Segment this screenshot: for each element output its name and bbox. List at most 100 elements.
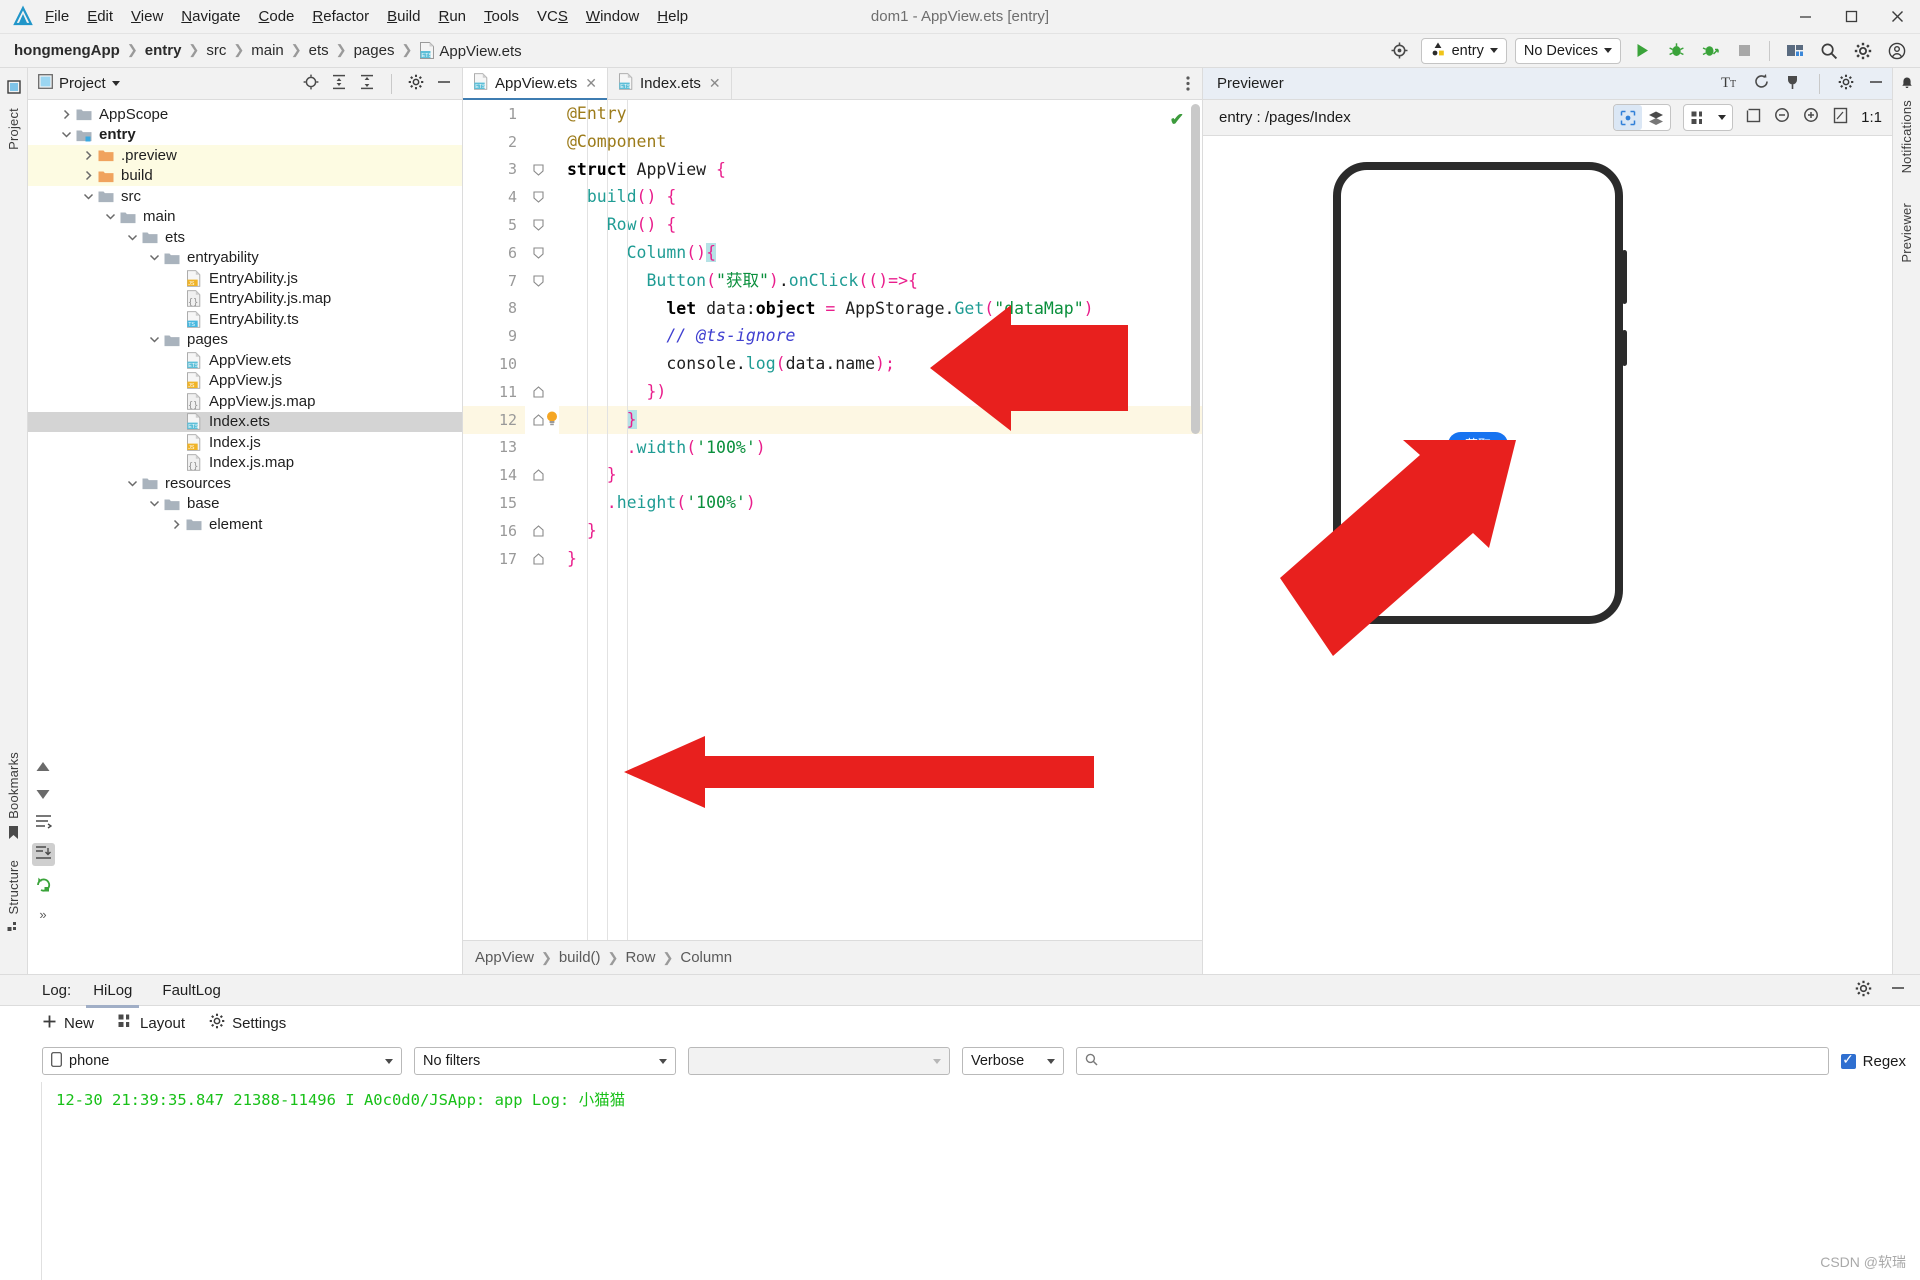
tree-node[interactable]: entryability: [28, 248, 462, 269]
structure-crumb[interactable]: Row: [625, 949, 655, 966]
breadcrumb-item-src[interactable]: src: [206, 42, 226, 60]
close-button[interactable]: [1874, 0, 1920, 34]
code-line[interactable]: // @ts-ignore: [559, 322, 1202, 350]
code-content[interactable]: @Entry @Component struct AppView { build()…: [559, 100, 1202, 940]
code-line[interactable]: Row() {: [559, 211, 1202, 239]
menu-item-view[interactable]: View: [122, 4, 172, 29]
menu-item-build[interactable]: Build: [378, 4, 429, 29]
tree-node[interactable]: main: [28, 207, 462, 228]
chevron-down-icon[interactable]: [82, 190, 95, 203]
code-line[interactable]: }: [559, 545, 1202, 573]
code-line[interactable]: let data:object = AppStorage.Get("dataMa…: [559, 295, 1202, 323]
intention-bulb-icon[interactable]: [545, 410, 559, 431]
code-line[interactable]: @Component: [559, 128, 1202, 156]
tree-node[interactable]: JS EntryAbility.js: [28, 268, 462, 289]
tree-node[interactable]: pages: [28, 330, 462, 351]
close-tab-icon[interactable]: ✕: [709, 75, 721, 92]
code-viewport[interactable]: 1 2 3 4 5 6 7 8 9 10 11 12 13 14 15 16 17 @Entry @Compone…: [463, 100, 1202, 940]
scroll-up-icon[interactable]: [35, 760, 51, 777]
tree-node[interactable]: base: [28, 494, 462, 515]
fold-gutter[interactable]: [525, 100, 559, 940]
code-line[interactable]: struct AppView {: [559, 156, 1202, 184]
code-line[interactable]: }: [559, 405, 1202, 434]
chevron-right-icon[interactable]: [170, 518, 183, 531]
log-settings-button[interactable]: Settings: [209, 1013, 286, 1033]
breadcrumb-item-main[interactable]: main: [251, 42, 284, 60]
rail-label-project[interactable]: Project: [6, 102, 21, 156]
code-fold-toggle[interactable]: [533, 524, 546, 537]
menu-item-file[interactable]: File: [36, 4, 78, 29]
process-select[interactable]: [688, 1047, 950, 1075]
log-hide-icon[interactable]: [1890, 980, 1906, 1000]
rail-label-previewer[interactable]: Previewer: [1899, 197, 1914, 269]
run-button[interactable]: [1629, 38, 1655, 64]
chevron-right-icon[interactable]: [82, 149, 95, 162]
plug-icon[interactable]: [1784, 73, 1801, 94]
project-rail-icon[interactable]: [6, 80, 21, 98]
maximize-button[interactable]: [1828, 0, 1874, 34]
target-icon[interactable]: [1387, 38, 1413, 64]
chevron-down-icon[interactable]: [111, 81, 120, 86]
tree-node[interactable]: {} Index.js.map: [28, 453, 462, 474]
settings-gear-icon[interactable]: [1850, 38, 1876, 64]
code-fold-toggle[interactable]: [533, 274, 546, 287]
notifications-bell-icon[interactable]: [1900, 76, 1914, 94]
debug-button[interactable]: [1663, 38, 1689, 64]
structure-crumb[interactable]: Column: [680, 949, 732, 966]
breadcrumb-item-hongmengapp[interactable]: hongmengApp: [14, 42, 120, 60]
fit-screen-icon[interactable]: [1832, 107, 1849, 128]
breadcrumb-item-appview-ets[interactable]: ETS AppView.ets: [419, 41, 522, 60]
device-filter-select[interactable]: phone: [42, 1047, 402, 1075]
previewer-hide-icon[interactable]: [1868, 74, 1884, 94]
code-line[interactable]: }: [559, 517, 1202, 545]
structure-crumb[interactable]: AppView: [475, 949, 534, 966]
chevron-right-icon[interactable]: [82, 169, 95, 182]
bookmark-icon[interactable]: [7, 825, 20, 844]
soft-wrap-icon[interactable]: [35, 814, 52, 833]
code-fold-toggle[interactable]: [533, 385, 546, 398]
breadcrumb-item-entry[interactable]: entry: [145, 42, 182, 60]
device-selector[interactable]: No Devices: [1514, 37, 1621, 64]
expand-rail-icon[interactable]: »: [39, 907, 46, 922]
code-line[interactable]: Column(){: [559, 239, 1202, 267]
log-new-button[interactable]: New: [42, 1014, 94, 1033]
log-layout-button[interactable]: Layout: [118, 1014, 185, 1033]
font-size-icon[interactable]: T T: [1721, 74, 1739, 94]
code-line[interactable]: }: [559, 461, 1202, 489]
code-fold-toggle[interactable]: [533, 190, 546, 204]
stop-button[interactable]: [1731, 38, 1757, 64]
log-search-input[interactable]: [1076, 1047, 1829, 1075]
fit-frame-icon[interactable]: [1745, 107, 1762, 128]
tree-node[interactable]: {} EntryAbility.js.map: [28, 289, 462, 310]
chevron-down-icon[interactable]: [126, 477, 139, 490]
tree-node[interactable]: src: [28, 186, 462, 207]
tree-node[interactable]: ETS AppView.ets: [28, 350, 462, 371]
menu-item-window[interactable]: Window: [577, 4, 648, 29]
menu-item-help[interactable]: Help: [648, 4, 697, 29]
code-line[interactable]: }): [559, 378, 1202, 406]
code-line[interactable]: console.log(data.name);: [559, 350, 1202, 378]
tree-node[interactable]: resources: [28, 473, 462, 494]
tree-node[interactable]: JS Index.js: [28, 432, 462, 453]
log-level-select[interactable]: Verbose: [962, 1047, 1064, 1075]
preview-get-button[interactable]: 获取: [1447, 432, 1509, 457]
log-settings-gear-icon[interactable]: [1855, 980, 1872, 1001]
attach-debugger-button[interactable]: [1697, 38, 1723, 64]
component-inspector-icon[interactable]: [1614, 105, 1643, 130]
chevron-right-icon[interactable]: [60, 108, 73, 121]
filter-select[interactable]: No filters: [414, 1047, 676, 1075]
rail-label-structure[interactable]: Structure: [6, 854, 21, 921]
menu-item-navigate[interactable]: Navigate: [172, 4, 249, 29]
minimize-button[interactable]: [1782, 0, 1828, 34]
code-fold-toggle[interactable]: [533, 163, 546, 176]
chevron-down-icon[interactable]: [126, 231, 139, 244]
menu-item-edit[interactable]: Edit: [78, 4, 122, 29]
code-line[interactable]: build() {: [559, 183, 1202, 211]
editor-scrollbar[interactable]: [1191, 104, 1200, 434]
editor-tab-options-icon[interactable]: [1174, 68, 1202, 99]
refresh-icon[interactable]: [1753, 73, 1770, 94]
zoom-in-icon[interactable]: [1803, 107, 1820, 128]
log-output-area[interactable]: 12-30 21:39:35.847 21388-11496 I A0c0d0/…: [0, 1082, 1920, 1280]
account-avatar-icon[interactable]: [1884, 38, 1910, 64]
rail-label-notifications[interactable]: Notifications: [1899, 94, 1914, 179]
